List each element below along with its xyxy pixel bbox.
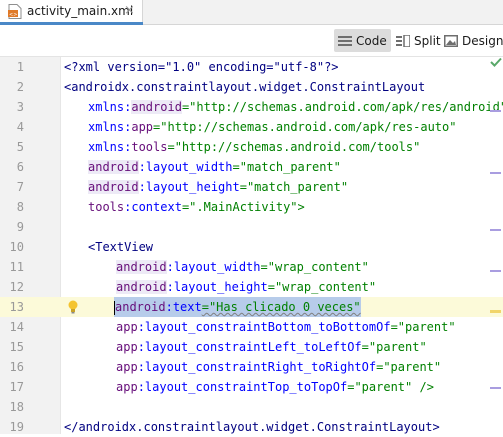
code-line: 18 [0, 397, 503, 417]
design-view-icon [444, 34, 458, 47]
line-number: 16 [9, 360, 24, 374]
code-line: 2 <androidx.constraintlayout.widget.Cons… [0, 77, 503, 97]
line-number: 7 [16, 180, 24, 194]
code-line: 7 android:layout_height="match_parent" [0, 177, 503, 197]
code-line: 12 android:layout_height="wrap_content" [0, 277, 503, 297]
code-line: 8 tools:context=".MainActivity"> [0, 197, 503, 217]
code-line: 9 [0, 217, 503, 237]
line-text: xmlns:android="http://schemas.android.co… [88, 100, 503, 114]
design-view-button[interactable]: Design [440, 29, 503, 52]
error-stripe-mark[interactable] [490, 270, 501, 272]
line-text: </androidx.constraintlayout.widget.Const… [64, 420, 440, 434]
line-text: xmlns:tools="http://schemas.android.com/… [88, 140, 421, 154]
current-code-line: 13 android:text="Has clicado 0 veces" [0, 297, 503, 317]
split-view-button[interactable]: Split [392, 29, 445, 52]
code-view-icon [338, 35, 352, 46]
code-line: 3 xmlns:android="http://schemas.android.… [0, 97, 503, 117]
line-text: app:layout_constraintLeft_toLeftOf="pare… [116, 340, 427, 354]
line-text: xmlns:app="http://schemas.android.com/ap… [88, 120, 457, 134]
tab-label: activity_main.xml [27, 4, 134, 18]
xml-file-icon: <> [8, 4, 22, 19]
line-number: 13 [9, 300, 24, 314]
line-number: 10 [9, 240, 24, 254]
line-text: tools:context=".MainActivity"> [88, 200, 305, 214]
line-text: <?xml version="1.0" encoding="utf-8"?> [64, 60, 339, 74]
line-number: 4 [16, 120, 24, 134]
line-text: app:layout_constraintBottom_toBottomOf="… [116, 320, 456, 334]
code-view-label: Code [356, 33, 387, 48]
line-number: 19 [9, 420, 24, 434]
code-editor[interactable]: 1 <?xml version="1.0" encoding="utf-8"?>… [0, 57, 503, 434]
close-tab-icon[interactable]: × [124, 3, 135, 18]
code-line: 16 app:layout_constraintRight_toRightOf=… [0, 357, 503, 377]
code-line: 17 app:layout_constraintTop_toTopOf="par… [0, 377, 503, 397]
line-text: app:layout_constraintRight_toRightOf="pa… [116, 360, 442, 374]
line-number: 17 [9, 380, 24, 394]
warning-stripe-mark[interactable] [490, 310, 501, 313]
error-stripe-mark[interactable] [490, 110, 501, 112]
error-stripe-mark[interactable] [490, 172, 501, 174]
code-line: 1 <?xml version="1.0" encoding="utf-8"?> [0, 57, 503, 77]
code-line: 5 xmlns:tools="http://schemas.android.co… [0, 137, 503, 157]
line-number: 15 [9, 340, 24, 354]
line-number: 6 [16, 160, 24, 174]
code-line: 19 </androidx.constraintlayout.widget.Co… [0, 417, 503, 437]
line-text: app:layout_constraintTop_toTopOf="parent… [116, 380, 434, 394]
svg-text:<>: <> [9, 12, 17, 18]
line-number: 5 [16, 140, 24, 154]
line-number: 2 [16, 80, 24, 94]
line-number: 1 [16, 60, 24, 74]
code-view-button[interactable]: Code [334, 29, 391, 52]
split-view-label: Split [414, 33, 441, 48]
code-line: 4 xmlns:app="http://schemas.android.com/… [0, 117, 503, 137]
design-view-label: Design [462, 33, 503, 48]
code-line: 14 app:layout_constraintBottom_toBottomO… [0, 317, 503, 337]
code-line: 10 <TextView [0, 237, 503, 257]
line-text: <androidx.constraintlayout.widget.Constr… [64, 80, 426, 94]
line-text: <TextView [88, 240, 154, 254]
line-number: 8 [16, 200, 24, 214]
line-text: android:layout_width="match_parent" [88, 160, 341, 174]
error-stripe-mark[interactable] [490, 387, 501, 389]
line-text: android:layout_width="wrap_content" [116, 260, 369, 274]
line-number: 18 [9, 400, 24, 414]
error-stripe-mark[interactable] [490, 229, 501, 231]
inspection-ok-icon[interactable] [490, 57, 502, 67]
editor-tab-bar: <> activity_main.xml × [0, 0, 503, 25]
split-view-icon [396, 34, 410, 47]
code-line: 11 android:layout_width="wrap_content" [0, 257, 503, 277]
line-number: 3 [16, 100, 24, 114]
line-number: 11 [9, 260, 24, 274]
selected-text: android:text="Has clicado 0 veces" [114, 297, 361, 317]
tab-activity-main[interactable]: <> activity_main.xml × [0, 0, 143, 25]
line-number: 9 [16, 220, 24, 234]
code-line: 15 app:layout_constraintLeft_toLeftOf="p… [0, 337, 503, 357]
code-line: 6 android:layout_width="match_parent" [0, 157, 503, 177]
editor-view-toolbar: Code Split Design [0, 25, 503, 57]
line-text: android:layout_height="wrap_content" [116, 280, 377, 294]
line-number: 12 [9, 280, 24, 294]
line-number: 14 [9, 320, 24, 334]
line-text: android:layout_height="match_parent" [88, 180, 349, 194]
lightbulb-icon[interactable] [68, 300, 78, 314]
